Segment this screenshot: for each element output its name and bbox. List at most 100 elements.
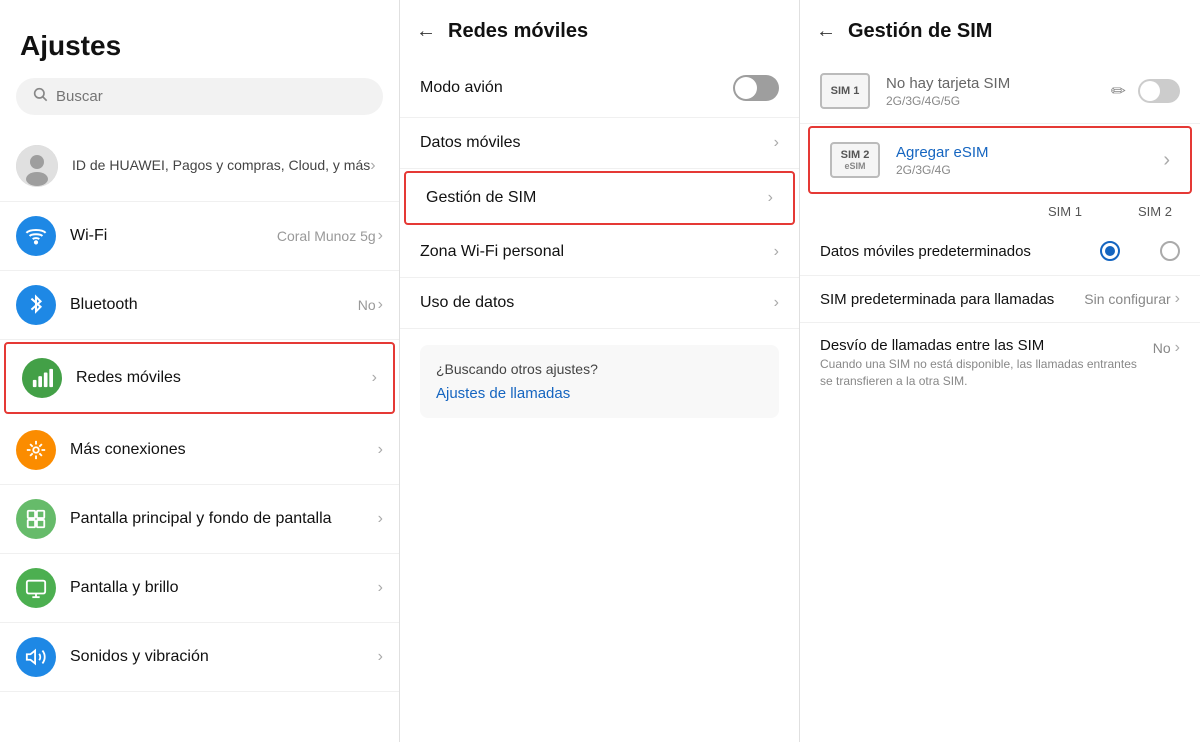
suggestion-link[interactable]: Ajustes de llamadas: [436, 385, 763, 402]
sim2-col-label: SIM 2: [1130, 204, 1180, 219]
zona-wifi-label: Zona Wi-Fi personal: [420, 243, 774, 261]
desvio-main: Desvío de llamadas entre las SIM Cuando …: [800, 323, 1200, 394]
sim2-card-icon: SIM 2 eSIM: [830, 142, 880, 178]
sim-llamadas-value[interactable]: Sin configurar ›: [1084, 290, 1180, 308]
wifi-icon: [16, 216, 56, 256]
datos-pred-text: Datos móviles predeterminados: [820, 243, 1100, 260]
redes-title: Redes móviles: [448, 20, 588, 43]
sim-llamadas-val-text: Sin configurar: [1084, 291, 1170, 307]
bluetooth-value: No ›: [358, 296, 383, 314]
profile-text: ID de HUAWEI, Pagos y compras, Cloud, y …: [72, 156, 370, 176]
sidebar-item-pantalla-brillo[interactable]: Pantalla y brillo ›: [0, 554, 399, 623]
settings-title: Ajustes: [0, 0, 399, 78]
pantalla-fondo-label: Pantalla principal y fondo de pantalla: [70, 510, 378, 528]
datos-pred-sim2-radio[interactable]: [1160, 241, 1180, 261]
datos-pred-label: Datos móviles predeterminados: [820, 243, 1100, 260]
desvio-text: Desvío de llamadas entre las SIM Cuando …: [820, 337, 1153, 390]
modo-avion-toggle[interactable]: [733, 75, 779, 101]
datos-pred-row: Datos móviles predeterminados: [800, 227, 1200, 276]
redes-moviles-label: Redes móviles: [76, 369, 372, 387]
gestion-sim-title: Gestión de SIM: [848, 20, 992, 43]
redes-chevron: ›: [372, 369, 377, 387]
redes-header: ← Redes móviles: [400, 0, 799, 59]
sim2-slot-label: SIM 2: [841, 149, 870, 161]
gestion-sim-row[interactable]: Gestión de SIM ›: [404, 171, 795, 225]
profile-chevron: ›: [370, 157, 375, 175]
wifi-label: Wi-Fi: [70, 227, 277, 245]
datos-moviles-row[interactable]: Datos móviles ›: [400, 118, 799, 169]
sim2-chevron: ›: [1163, 149, 1170, 172]
sim1-slot-label: SIM 1: [831, 85, 860, 97]
gestion-sim-chevron: ›: [768, 189, 773, 207]
bluetooth-chevron: ›: [378, 296, 383, 314]
sidebar-item-redes-moviles[interactable]: Redes móviles ›: [4, 342, 395, 414]
sim-llamadas-row[interactable]: SIM predeterminada para llamadas Sin con…: [800, 276, 1200, 323]
datos-moviles-chevron: ›: [774, 134, 779, 152]
mas-conexiones-label: Más conexiones: [70, 441, 378, 459]
sim2-slot-sub: eSIM: [844, 161, 865, 171]
modo-avion-label: Modo avión: [420, 79, 733, 97]
sim1-status: No hay tarjeta SIM: [886, 75, 1111, 92]
datos-pred-radios[interactable]: [1100, 241, 1180, 261]
bluetooth-icon: [16, 285, 56, 325]
datos-pred-sim1-radio[interactable]: [1100, 241, 1120, 261]
sim2-tech: 2G/3G/4G: [896, 163, 1163, 177]
desvio-sub: Cuando una SIM no está disponible, las l…: [820, 356, 1153, 390]
home-icon: [16, 499, 56, 539]
gestion-sim-header: ← Gestión de SIM: [800, 0, 1200, 59]
mas-icon: [16, 430, 56, 470]
desvio-chevron: ›: [1175, 339, 1180, 357]
uso-datos-chevron: ›: [774, 294, 779, 312]
sim1-col-label: SIM 1: [1040, 204, 1090, 219]
gestion-sim-panel: ← Gestión de SIM SIM 1 No hay tarjeta SI…: [800, 0, 1200, 742]
datos-moviles-label: Datos móviles: [420, 134, 774, 152]
sidebar-item-wifi[interactable]: Wi-Fi Coral Munoz 5g ›: [0, 202, 399, 271]
sonidos-chevron: ›: [378, 648, 383, 666]
desvio-val-text: No: [1153, 340, 1171, 356]
zona-wifi-row[interactable]: Zona Wi-Fi personal ›: [400, 227, 799, 278]
desvio-section: Desvío de llamadas entre las SIM Cuando …: [800, 323, 1200, 394]
uso-datos-label: Uso de datos: [420, 294, 774, 312]
wifi-value: Coral Munoz 5g ›: [277, 227, 383, 245]
search-input[interactable]: [56, 88, 367, 105]
sound-icon: [16, 637, 56, 677]
modo-avion-row[interactable]: Modo avión: [400, 59, 799, 118]
sim2-name: Agregar eSIM: [896, 144, 1163, 161]
zona-wifi-chevron: ›: [774, 243, 779, 261]
pantalla-fondo-chevron: ›: [378, 510, 383, 528]
sim1-toggle[interactable]: [1138, 79, 1180, 103]
uso-datos-row[interactable]: Uso de datos ›: [400, 278, 799, 329]
sim1-edit-icon[interactable]: ✏: [1111, 81, 1126, 102]
desvio-value[interactable]: No ›: [1153, 337, 1180, 357]
sim-table-header: SIM 1 SIM 2: [800, 196, 1200, 227]
pantalla-brillo-chevron: ›: [378, 579, 383, 597]
search-icon: [32, 86, 48, 107]
sim1-tech: 2G/3G/4G/5G: [886, 94, 1111, 108]
sim1-row[interactable]: SIM 1 No hay tarjeta SIM 2G/3G/4G/5G ✏: [800, 59, 1200, 124]
display-icon: [16, 568, 56, 608]
suggestion-title: ¿Buscando otros ajustes?: [436, 361, 763, 377]
search-bar[interactable]: [16, 78, 383, 115]
settings-left-panel: Ajustes ID de HUAWEI, Pagos y compras, C…: [0, 0, 400, 742]
redes-back-arrow[interactable]: ←: [416, 20, 436, 43]
suggestion-box: ¿Buscando otros ajustes? Ajustes de llam…: [420, 345, 779, 418]
sim1-info: No hay tarjeta SIM 2G/3G/4G/5G: [886, 75, 1111, 108]
desvio-title: Desvío de llamadas entre las SIM: [820, 337, 1153, 354]
gestion-sim-label: Gestión de SIM: [426, 189, 768, 207]
sim2-info: Agregar eSIM 2G/3G/4G: [896, 144, 1163, 177]
sim-llamadas-chevron: ›: [1175, 290, 1180, 308]
mas-chevron: ›: [378, 441, 383, 459]
sim-llamadas-label: SIM predeterminada para llamadas: [820, 291, 1084, 308]
profile-item[interactable]: ID de HUAWEI, Pagos y compras, Cloud, y …: [0, 131, 399, 202]
gestion-back-arrow[interactable]: ←: [816, 20, 836, 43]
sim-llamadas-text: SIM predeterminada para llamadas: [820, 291, 1084, 308]
sim2-row[interactable]: SIM 2 eSIM Agregar eSIM 2G/3G/4G ›: [808, 126, 1192, 194]
redes-moviles-panel: ← Redes móviles Modo avión Datos móviles…: [400, 0, 800, 742]
avatar: [16, 145, 58, 187]
sidebar-item-pantalla-fondo[interactable]: Pantalla principal y fondo de pantalla ›: [0, 485, 399, 554]
sidebar-item-bluetooth[interactable]: Bluetooth No ›: [0, 271, 399, 340]
sidebar-item-mas-conexiones[interactable]: Más conexiones ›: [0, 416, 399, 485]
sidebar-item-sonidos[interactable]: Sonidos y vibración ›: [0, 623, 399, 692]
bluetooth-value-text: No: [358, 297, 376, 313]
sonidos-label: Sonidos y vibración: [70, 648, 378, 666]
